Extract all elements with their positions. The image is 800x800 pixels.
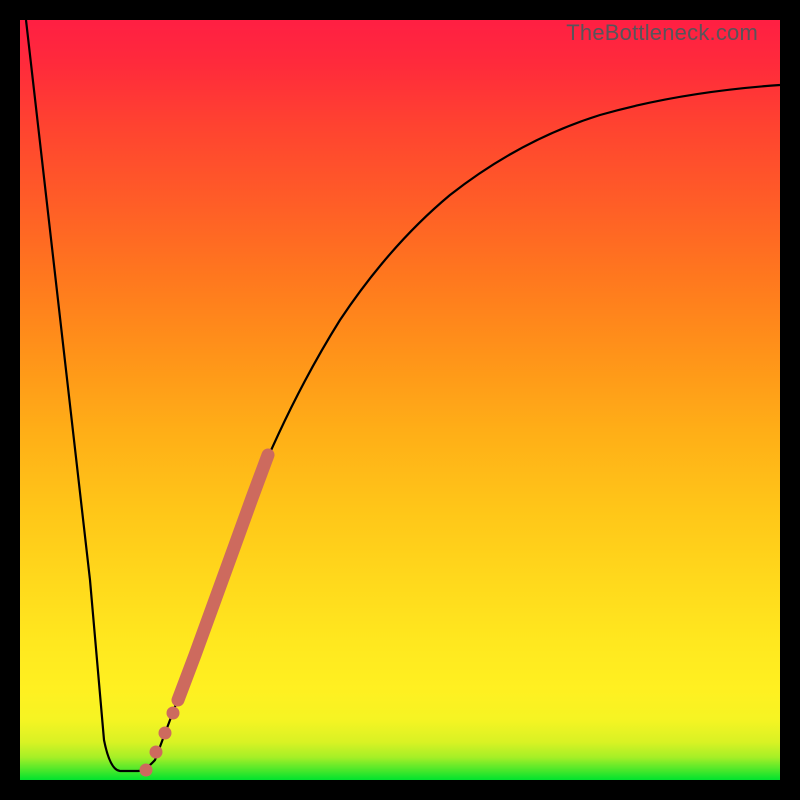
dot-icon [167,707,180,720]
plot-area: TheBottleneck.com [20,20,780,780]
highlight-segment [178,455,268,700]
chart-frame: TheBottleneck.com [0,0,800,800]
dot-icon [140,764,153,777]
dot-icon [150,746,163,759]
curve-path [26,20,780,771]
dot-icon [159,727,172,740]
bottleneck-curve [20,20,780,780]
